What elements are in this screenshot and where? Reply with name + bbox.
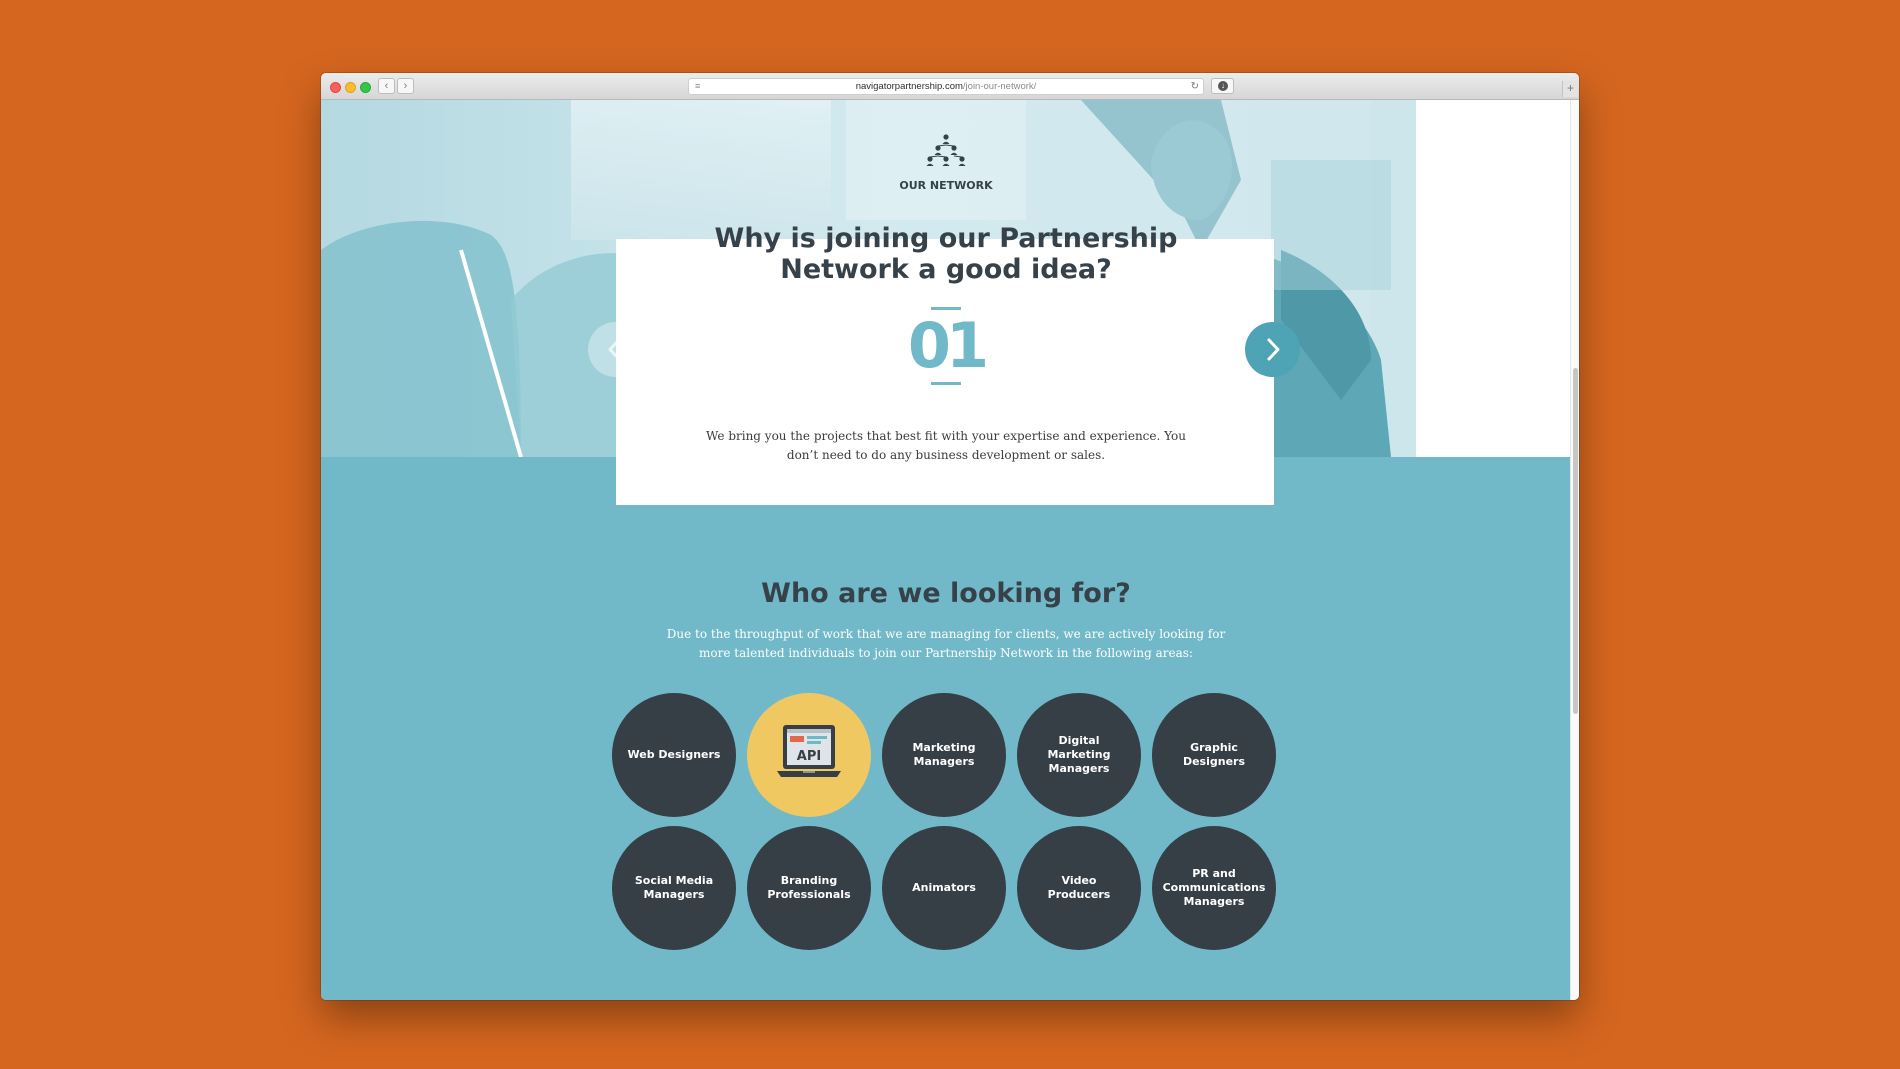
slide-number: 01 [907, 309, 989, 382]
zoom-window-button[interactable] [360, 82, 371, 93]
slide-headline: Why is joining our Partnership Network a… [321, 223, 1571, 285]
role-video-producers[interactable]: Video Producers [1017, 826, 1141, 950]
role-label: Social Media Managers [634, 874, 714, 901]
plus-icon: + [1566, 81, 1574, 95]
role-marketing-managers[interactable]: Marketing Managers [882, 693, 1006, 817]
page-scrollbar[interactable] [1570, 100, 1579, 1000]
role-label: Branding Professionals [767, 874, 851, 901]
role-label: PR and Communications Managers [1162, 867, 1266, 908]
forward-icon: › [403, 80, 408, 92]
role-graphic-designers[interactable]: Graphic Designers [1152, 693, 1276, 817]
close-window-button[interactable] [330, 82, 341, 93]
section-title: OUR NETWORK [899, 179, 993, 192]
download-icon: ↓ [1218, 81, 1228, 91]
slider-next-button[interactable] [1245, 322, 1300, 377]
new-tab-button[interactable]: + [1562, 81, 1578, 97]
role-label: Video Producers [1047, 874, 1111, 901]
scrollbar-thumb[interactable] [1573, 368, 1578, 714]
minimize-window-button[interactable] [345, 82, 356, 93]
role-animators[interactable]: Animators [882, 826, 1006, 950]
downloads-button[interactable]: ↓ [1211, 78, 1234, 94]
who-title: Who are we looking for? [761, 578, 1131, 609]
role-api-highlight[interactable]: API [747, 693, 871, 817]
role-label: Graphic Designers [1182, 741, 1246, 768]
role-label: Web Designers [627, 748, 721, 761]
url-domain: navigatorpartnership.com [855, 81, 963, 92]
forward-button[interactable]: › [397, 78, 414, 94]
role-branding-professionals[interactable]: Branding Professionals [747, 826, 871, 950]
network-people-icon [926, 134, 966, 166]
reader-icon[interactable]: ≡ [695, 79, 700, 94]
slider-prev-button[interactable] [588, 322, 643, 377]
browser-window: ‹ › ≡ navigatorpartnership.com/join-our-… [321, 73, 1579, 1000]
address-bar[interactable]: ≡ navigatorpartnership.com/join-our-netw… [688, 78, 1204, 95]
browser-toolbar: ‹ › ≡ navigatorpartnership.com/join-our-… [321, 73, 1579, 100]
reload-icon[interactable]: ↻ [1191, 79, 1199, 94]
role-label: Marketing Managers [912, 741, 976, 768]
role-label: Digital Marketing Managers [1047, 734, 1111, 775]
url-path: /join-our-network/ [962, 81, 1037, 92]
slide-text: We bring you the projects that best fit … [706, 429, 1186, 462]
slide-headline-line2: Network a good idea? [780, 254, 1112, 285]
role-label: Animators [912, 881, 976, 894]
slide-number-block: 01 [321, 307, 1571, 385]
role-social-media-managers[interactable]: Social Media Managers [612, 826, 736, 950]
role-digital-marketing-managers[interactable]: Digital Marketing Managers [1017, 693, 1141, 817]
back-icon: ‹ [384, 80, 389, 92]
chevron-right-icon [1267, 338, 1280, 361]
chevron-left-icon [608, 338, 621, 361]
laptop-api-icon: API [777, 725, 841, 777]
slide-headline-line1: Why is joining our Partnership [714, 223, 1178, 254]
divider-bottom [931, 382, 961, 385]
role-pr-communications-managers[interactable]: PR and Communications Managers [1152, 826, 1276, 950]
page-viewport: OUR NETWORK Why is joining our Partnersh… [321, 100, 1571, 1000]
section-heading: OUR NETWORK [321, 134, 1571, 192]
back-button[interactable]: ‹ [378, 78, 395, 94]
who-description: Due to the throughput of work that we ar… [666, 627, 1226, 660]
role-web-designers[interactable]: Web Designers [612, 693, 736, 817]
api-icon-text: API [797, 749, 821, 764]
